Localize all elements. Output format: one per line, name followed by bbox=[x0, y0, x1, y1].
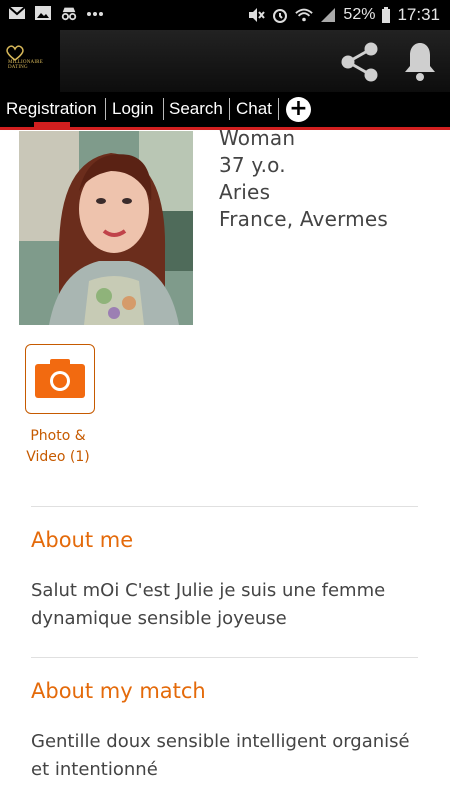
about-me-title: About me bbox=[31, 528, 134, 552]
mute-icon bbox=[249, 8, 266, 22]
tab-divider bbox=[278, 98, 279, 120]
tab-divider bbox=[105, 98, 106, 120]
profile-photo[interactable] bbox=[19, 131, 193, 325]
about-me-text: Salut mOi C'est Julie je suis une femme … bbox=[31, 580, 386, 629]
section-divider bbox=[31, 657, 418, 658]
more-dots-icon bbox=[87, 12, 103, 16]
profile-age: 37 y.o. bbox=[219, 153, 286, 177]
profile-location: France, Avermes bbox=[219, 207, 388, 231]
photo-video-label[interactable]: Photo & Video (1) bbox=[18, 426, 98, 468]
tab-search[interactable]: Search bbox=[169, 98, 223, 120]
app-logo[interactable]: MILLIONAIRE DATING bbox=[0, 30, 60, 92]
share-icon[interactable] bbox=[338, 40, 382, 84]
tab-divider bbox=[163, 98, 164, 120]
image-icon bbox=[35, 6, 51, 20]
tab-login[interactable]: Login bbox=[112, 98, 154, 120]
tab-divider bbox=[229, 98, 230, 120]
signal-icon bbox=[321, 8, 336, 22]
profile-photo-image bbox=[19, 131, 193, 325]
battery-percent: 52% bbox=[343, 6, 376, 23]
about-match-title: About my match bbox=[31, 679, 206, 703]
logo-text: MILLIONAIRE DATING bbox=[8, 60, 43, 70]
wifi-icon bbox=[295, 8, 314, 22]
app-bar bbox=[0, 30, 450, 92]
alarm-icon bbox=[273, 9, 288, 23]
photo-video-label-line2: Video (1) bbox=[26, 449, 90, 465]
profile-zodiac: Aries bbox=[219, 180, 271, 204]
active-tab-indicator bbox=[34, 122, 70, 130]
photo-video-button[interactable] bbox=[25, 344, 95, 414]
status-bar: 52% 17:31 bbox=[0, 0, 450, 30]
incognito-icon bbox=[61, 7, 77, 21]
battery-icon bbox=[382, 7, 391, 23]
photo-video-label-line1: Photo & bbox=[30, 428, 86, 444]
add-tab-icon[interactable]: + bbox=[286, 97, 311, 122]
profile-gender: Woman bbox=[219, 126, 296, 150]
status-time: 17:31 bbox=[397, 5, 440, 24]
bell-icon[interactable] bbox=[402, 40, 438, 82]
section-divider bbox=[31, 506, 418, 507]
about-match-text: Gentille doux sensible intelligent organ… bbox=[31, 731, 410, 780]
camera-icon bbox=[35, 359, 85, 398]
tab-registration[interactable]: Registration bbox=[6, 98, 97, 120]
tab-chat[interactable]: Chat bbox=[236, 98, 272, 120]
gmail-icon bbox=[8, 6, 26, 19]
